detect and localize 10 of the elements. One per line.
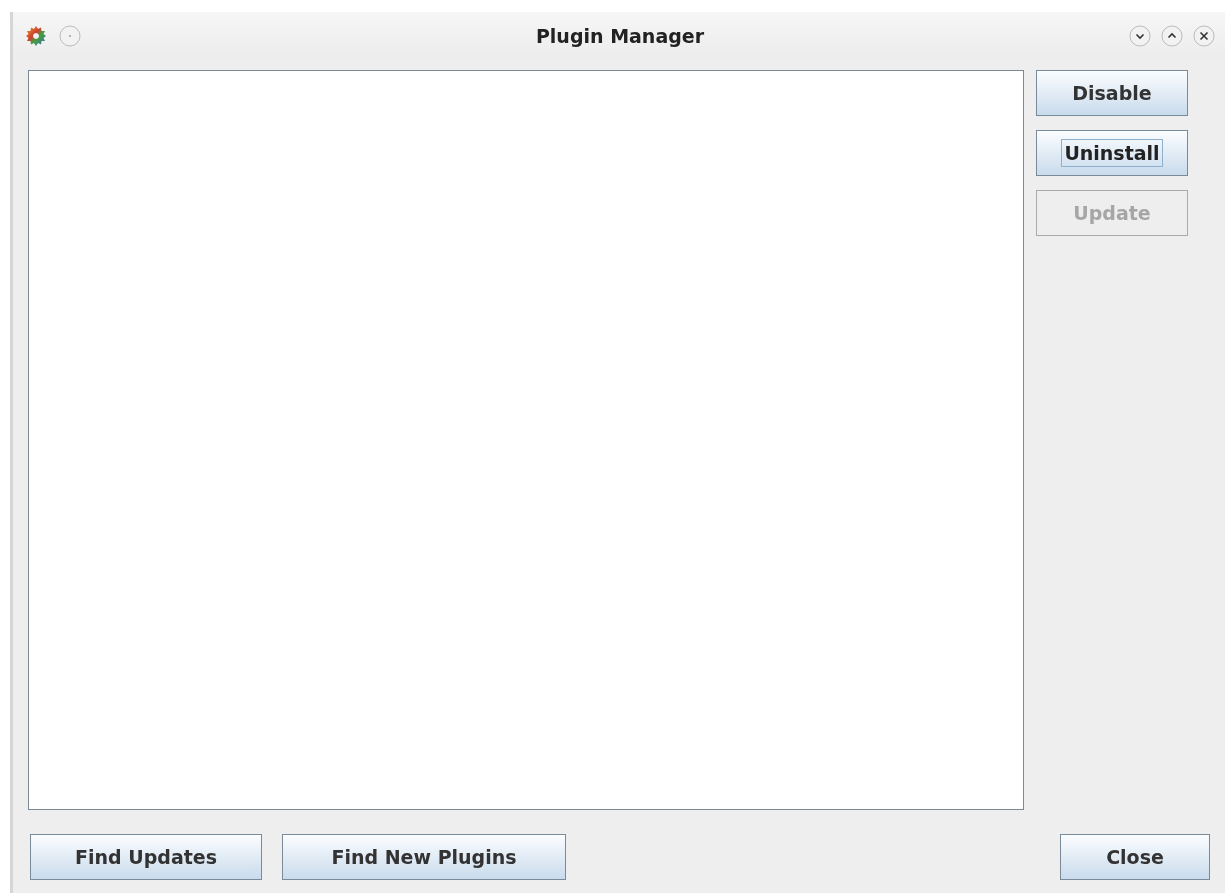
bottom-button[interactable]: Find Updates [30,834,262,880]
side-button[interactable]: Uninstall [1036,130,1188,176]
bottom-button[interactable]: Find New Plugins [282,834,566,880]
maximize-icon[interactable] [1161,25,1183,47]
window-title: Plugin Manager [534,25,706,47]
side-button[interactable]: Disable [1036,70,1188,116]
close-icon[interactable] [1193,25,1215,47]
gear-icon [25,25,47,47]
minimize-icon[interactable] [1129,25,1151,47]
close-button[interactable]: Close [1060,834,1210,880]
